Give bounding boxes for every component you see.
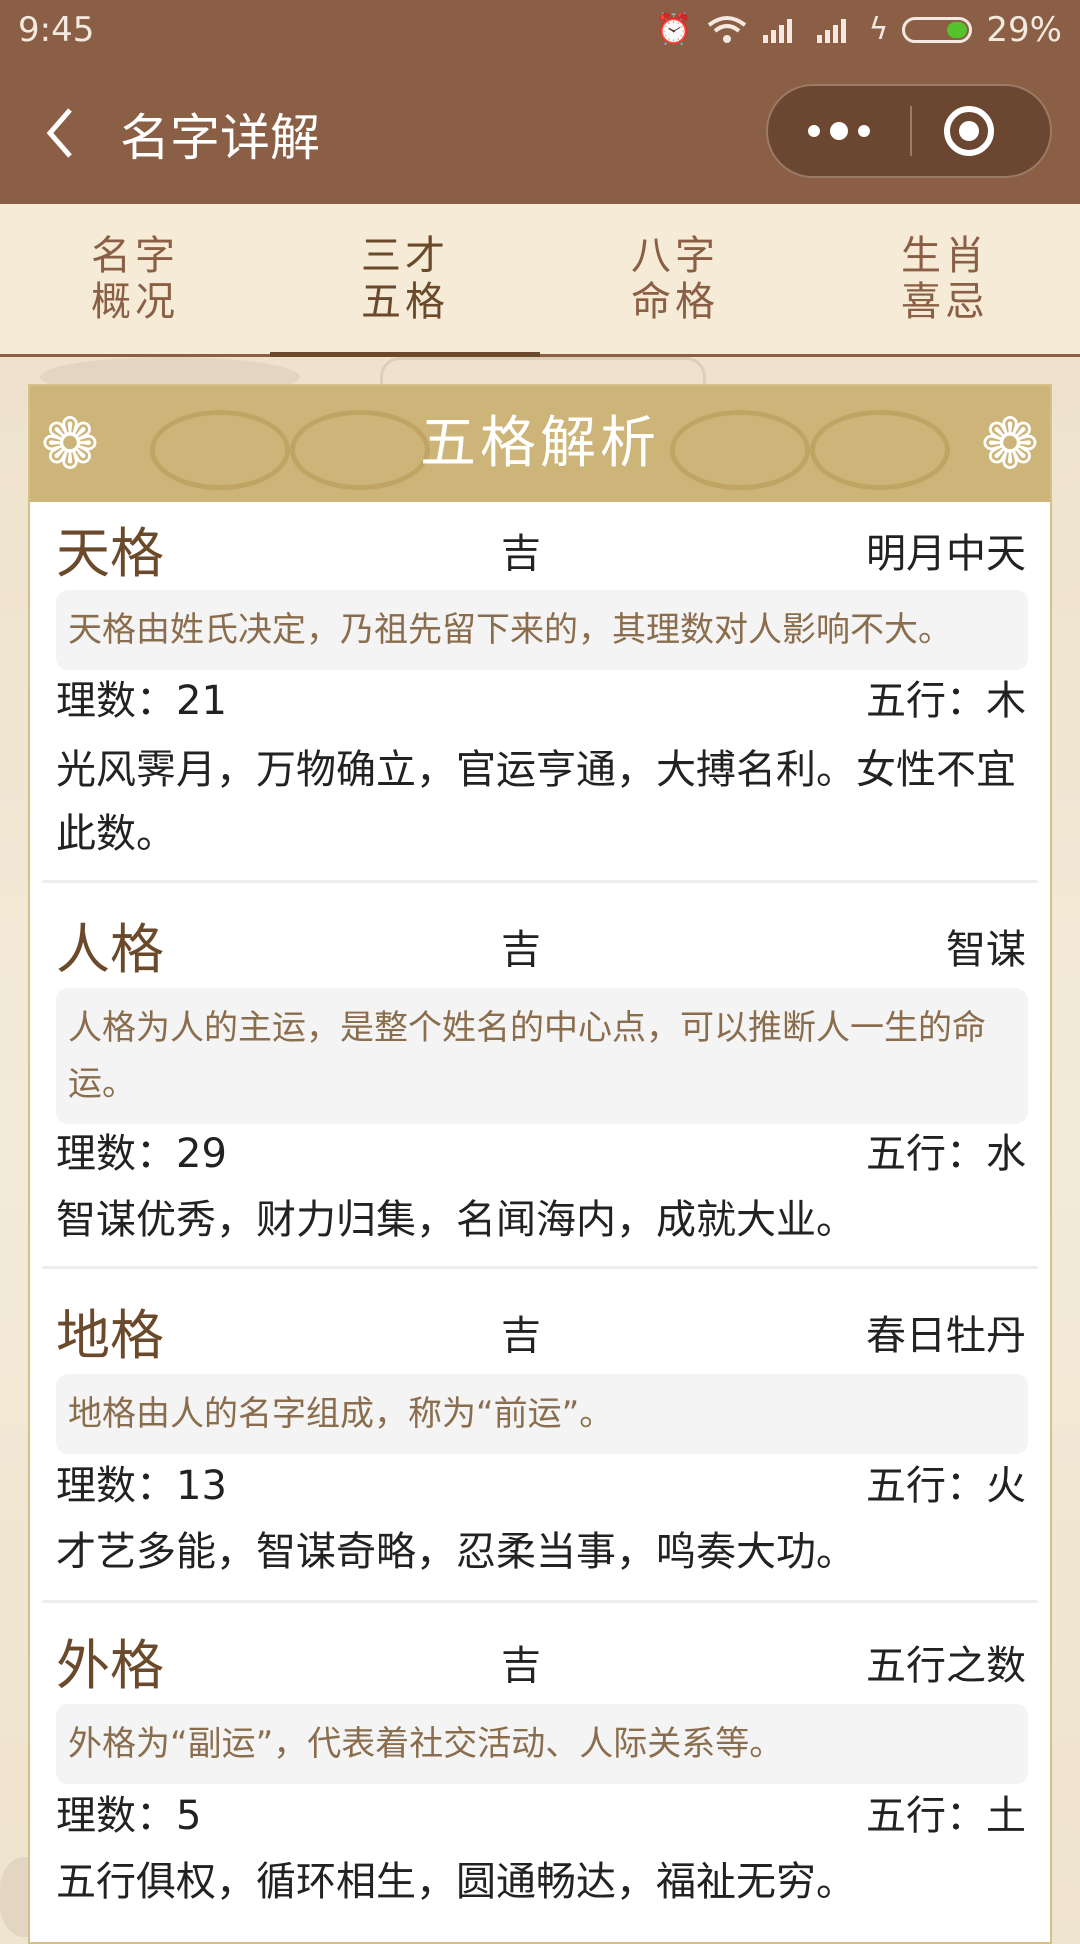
back-arrow-icon[interactable] [40,106,84,160]
divider [42,1600,1038,1603]
ge-meaning: 才艺多能，智谋奇略，忍柔当事，鸣奏大功。 [56,1529,856,1575]
tab-label-line2: 概况 [91,279,179,325]
ge-description: 地格由人的名字组成，称为“前运”。 [56,1374,1028,1454]
ge-wuxing: 五行：火 [866,1463,1026,1509]
ge-number: 理数：5 [56,1793,202,1839]
ge-number: 理数：21 [56,678,227,724]
status-icons: ⏰ ϟ 29% [655,10,1062,50]
page-title: 名字详解 [120,109,320,167]
tab-label-line1: 生肖 [901,233,989,279]
ge-luck: 吉 [501,1643,541,1689]
panel-title: 五格解析 [420,411,660,476]
ge-description: 天格由姓氏决定，乃祖先留下来的，其理数对人影响不大。 [56,590,1028,670]
alarm-icon: ⏰ [655,12,693,47]
ge-luck: 吉 [501,927,541,973]
battery-icon [902,17,973,43]
ge-description: 人格为人的主运，是整个姓名的中心点，可以推断人一生的命运。 [56,988,1028,1124]
status-bar: 9:45 ⏰ ϟ 29% [0,0,1080,62]
tab-label-line1: 三才 [361,233,449,279]
tab-zodiac[interactable]: 生肖 喜忌 [810,204,1080,354]
status-time: 9:45 [18,10,95,50]
ge-number: 理数：13 [56,1463,227,1509]
ge-tag: 明月中天 [866,531,1026,577]
ge-description: 外格为“副运”，代表着社交活动、人际关系等。 [56,1704,1028,1784]
ge-tag: 春日牡丹 [866,1313,1026,1359]
ge-meaning: 光风霁月，万物确立，官运亨通，大搏名利。女性不宜此数。 [56,747,1016,857]
ge-luck: 吉 [501,531,541,577]
signal-icon-2 [816,19,846,43]
tab-label-line1: 名字 [91,233,179,279]
ge-meaning: 智谋优秀，财力归集，名闻海内，成就大业。 [56,1197,856,1243]
charging-icon: ϟ [868,12,889,47]
ge-tag: 智谋 [946,927,1026,973]
tab-sancai-wuge[interactable]: 三才 五格 [270,204,540,357]
more-icon[interactable] [768,86,910,176]
tab-label-line1: 八字 [631,233,719,279]
tab-bazi[interactable]: 八字 命格 [540,204,810,354]
mini-program-capsule [766,84,1052,178]
tab-label-line2: 五格 [361,279,449,325]
panel-header: ❁ ❁ 五格解析 [30,386,1050,502]
capsule-divider [910,106,912,156]
ge-wuxing: 五行：水 [866,1131,1026,1177]
divider [42,1266,1038,1269]
nav-bar: 名字详解 [0,62,1080,204]
ge-luck: 吉 [501,1313,541,1359]
close-circle-icon[interactable] [944,106,994,156]
divider [42,880,1038,883]
tab-name-overview[interactable]: 名字 概况 [0,204,270,354]
wuge-panel: ❁ ❁ 五格解析 天格 吉 明月中天 天格由姓氏决定，乃祖先留下来的，其理数对人… [28,384,1052,1944]
signal-icon [762,19,792,43]
ge-tag: 五行之数 [866,1643,1026,1689]
tab-label-line2: 命格 [631,279,719,325]
wifi-icon [707,16,746,43]
ge-wuxing: 五行：土 [866,1793,1026,1839]
ge-meaning: 五行俱权，循环相生，圆通畅达，福祉无穷。 [56,1859,856,1905]
battery-percent: 29% [986,10,1062,50]
tab-label-line2: 喜忌 [901,279,989,325]
ge-wuxing: 五行：木 [866,678,1026,724]
tab-bar: 名字 概况 三才 五格 八字 命格 生肖 喜忌 [0,204,1080,357]
ge-number: 理数：29 [56,1131,227,1177]
